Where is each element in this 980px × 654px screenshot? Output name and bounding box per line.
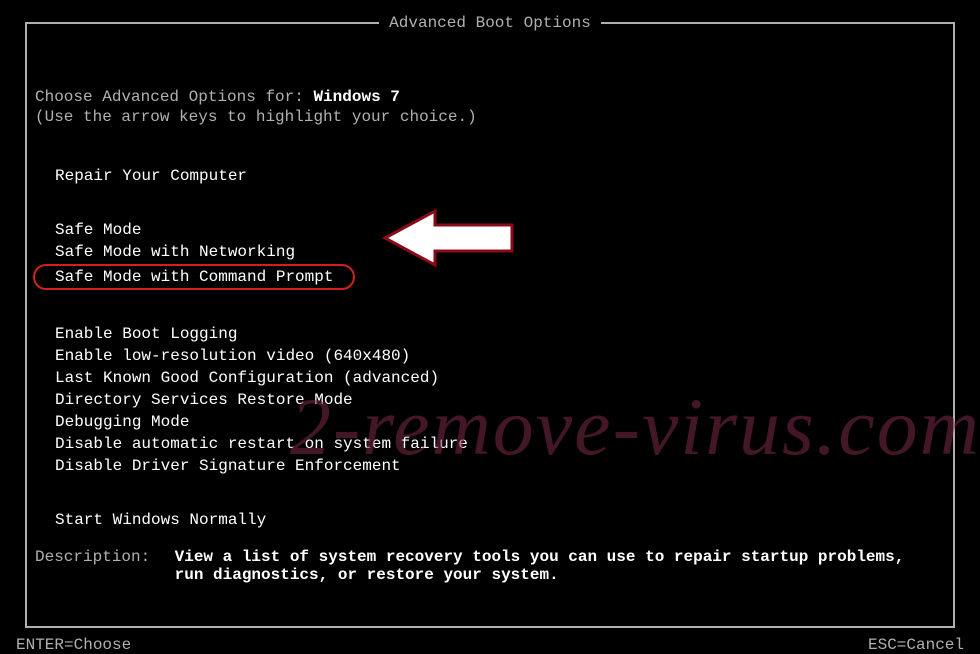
menu-item-enable-boot-logging[interactable]: Enable Boot Logging bbox=[35, 324, 237, 344]
menu-item-safe-mode-command-prompt[interactable]: Safe Mode with Command Prompt bbox=[33, 264, 355, 290]
footer-esc-hint: ESC=Cancel bbox=[862, 636, 970, 654]
prompt-line: Choose Advanced Options for: Windows 7 bbox=[35, 88, 945, 106]
description-block: Description: View a list of system recov… bbox=[35, 548, 945, 584]
menu-item-safe-mode[interactable]: Safe Mode bbox=[35, 220, 141, 240]
menu-item-safe-mode-networking[interactable]: Safe Mode with Networking bbox=[35, 242, 295, 262]
boot-menu[interactable]: Repair Your Computer Safe Mode Safe Mode… bbox=[35, 166, 945, 532]
menu-item-disable-auto-restart[interactable]: Disable automatic restart on system fail… bbox=[35, 434, 468, 454]
description-label: Description: bbox=[35, 548, 165, 566]
menu-item-disable-driver-sig[interactable]: Disable Driver Signature Enforcement bbox=[35, 456, 401, 476]
menu-item-directory-services-restore[interactable]: Directory Services Restore Mode bbox=[35, 390, 353, 410]
os-name: Windows 7 bbox=[313, 88, 399, 106]
menu-item-low-res-video[interactable]: Enable low-resolution video (640x480) bbox=[35, 346, 410, 366]
prompt-prefix: Choose Advanced Options for: bbox=[35, 88, 313, 106]
title-bar: Advanced Boot Options bbox=[0, 14, 980, 32]
menu-item-last-known-good[interactable]: Last Known Good Configuration (advanced) bbox=[35, 368, 439, 388]
hint-line: (Use the arrow keys to highlight your ch… bbox=[35, 108, 945, 126]
menu-item-debugging-mode[interactable]: Debugging Mode bbox=[35, 412, 189, 432]
menu-item-repair-your-computer[interactable]: Repair Your Computer bbox=[35, 166, 247, 186]
page-title: Advanced Boot Options bbox=[379, 14, 601, 32]
description-text: View a list of system recovery tools you… bbox=[175, 548, 935, 584]
content-area: Choose Advanced Options for: Windows 7 (… bbox=[35, 60, 945, 610]
footer-enter-hint: ENTER=Choose bbox=[10, 636, 137, 654]
menu-item-start-normally[interactable]: Start Windows Normally bbox=[35, 510, 266, 530]
